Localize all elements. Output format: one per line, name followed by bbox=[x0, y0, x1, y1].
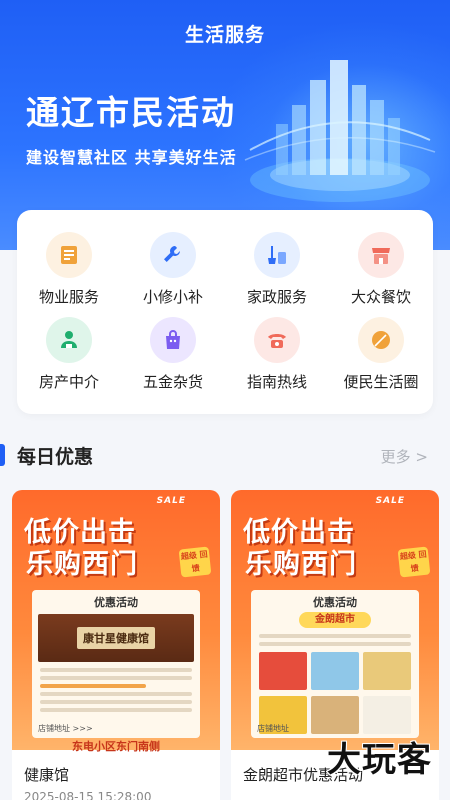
more-link[interactable]: 更多 > bbox=[381, 446, 428, 467]
promo-notice: 优惠活动 康甘星健康馆 店铺地址 >>> bbox=[32, 590, 200, 738]
service-label: 家政服务 bbox=[246, 288, 307, 306]
shopping-bag-icon bbox=[150, 317, 196, 363]
section-accent-bar bbox=[0, 444, 5, 466]
notice-text-lines bbox=[40, 668, 192, 712]
service-label: 小修小补 bbox=[142, 288, 203, 306]
service-label: 大众餐饮 bbox=[350, 288, 411, 306]
house-agent-icon bbox=[46, 317, 92, 363]
poster-footer: 东电小区东门南侧 bbox=[72, 740, 160, 753]
deal-poster: SALE 低价出击 乐购西门 超级 回馈 优惠活动 康甘星健康馆 店铺地址 >>… bbox=[12, 490, 220, 753]
phone-icon bbox=[254, 317, 300, 363]
service-label: 五金杂货 bbox=[142, 373, 203, 391]
product-images bbox=[259, 652, 411, 690]
service-item-hotline[interactable]: 指南热线 bbox=[225, 317, 329, 402]
market-banner: 金朗超市 bbox=[299, 612, 371, 628]
service-item-real-estate[interactable]: 房产中介 bbox=[17, 317, 121, 402]
hero-title: 通辽市民活动 bbox=[26, 93, 236, 132]
deal-poster: SALE 低价出击 乐购西门 超级 回馈 优惠活动 金朗超市 店铺地址 bbox=[231, 490, 439, 750]
service-item-hardware[interactable]: 五金杂货 bbox=[121, 317, 225, 402]
service-label: 指南热线 bbox=[246, 373, 307, 391]
shop-icon bbox=[358, 232, 404, 278]
service-label: 物业服务 bbox=[38, 288, 99, 306]
notice-text-lines bbox=[259, 634, 411, 646]
smart-city-illustration bbox=[244, 60, 436, 202]
service-item-dining[interactable]: 大众餐饮 bbox=[329, 232, 433, 317]
deals-title: 每日优惠 bbox=[17, 446, 94, 468]
cleaning-icon bbox=[254, 232, 300, 278]
deal-name: 健康馆 bbox=[24, 766, 70, 784]
service-item-housekeeping[interactable]: 家政服务 bbox=[225, 232, 329, 317]
promo-notice: 优惠活动 金朗超市 店铺地址 bbox=[251, 590, 419, 738]
promo-badge: 超级 回馈 bbox=[397, 546, 431, 578]
services-grid: 物业服务 小修小补 家政服务 大众餐饮 房产中介 五金杂货 指南热线 便民生活圈 bbox=[17, 210, 433, 414]
storefront-image: 康甘星健康馆 bbox=[38, 614, 194, 662]
service-label: 房产中介 bbox=[38, 373, 99, 391]
notice-title: 优惠活动 bbox=[94, 596, 138, 609]
deal-time: 2025-08-15 15:28:00 bbox=[24, 790, 152, 800]
sale-tag: SALE bbox=[156, 496, 186, 506]
poster-headline: 乐购西门 bbox=[26, 549, 138, 580]
document-icon bbox=[46, 232, 92, 278]
promo-badge: 超级 回馈 bbox=[178, 546, 212, 578]
service-item-property[interactable]: 物业服务 bbox=[17, 232, 121, 317]
hero-subtitle: 建设智慧社区 共享美好生活 bbox=[26, 148, 237, 167]
service-label: 便民生活圈 bbox=[343, 373, 419, 391]
deal-card[interactable]: SALE 低价出击 乐购西门 超级 回馈 优惠活动 康甘星健康馆 店铺地址 >>… bbox=[12, 490, 220, 800]
wrench-icon bbox=[150, 232, 196, 278]
watermark-logo: 大玩客 bbox=[327, 740, 432, 780]
service-item-repair[interactable]: 小修小补 bbox=[121, 232, 225, 317]
address-label: 店铺地址 >>> bbox=[38, 724, 93, 733]
deals-section-header: 每日优惠 更多 > bbox=[0, 438, 450, 472]
service-item-life-circle[interactable]: 便民生活圈 bbox=[329, 317, 433, 402]
notice-title: 优惠活动 bbox=[313, 596, 357, 609]
page-title: 生活服务 bbox=[184, 24, 265, 46]
leaf-icon bbox=[358, 317, 404, 363]
store-sign: 康甘星健康馆 bbox=[77, 627, 155, 649]
poster-headline: 乐购西门 bbox=[245, 549, 357, 580]
sale-tag: SALE bbox=[375, 496, 405, 506]
